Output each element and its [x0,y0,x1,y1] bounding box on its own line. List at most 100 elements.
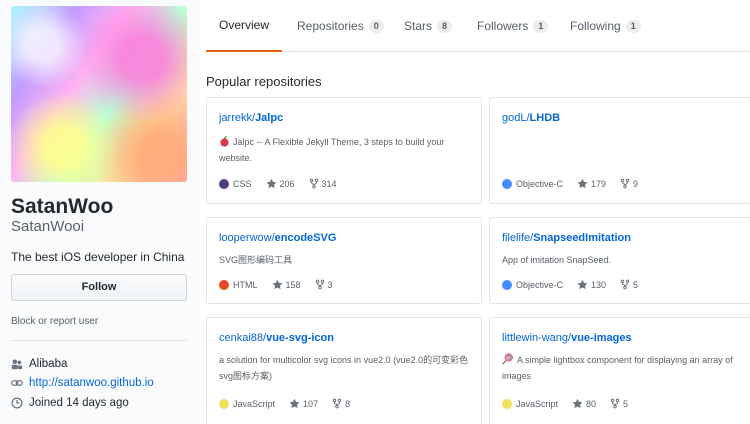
company-name: Alibaba [29,358,68,370]
repo-stars[interactable]: 158 [286,280,301,290]
repo-forks[interactable]: 5 [623,399,628,409]
lollipop-icon [502,353,513,365]
language-color-dot [502,279,512,290]
repo-forks[interactable]: 9 [633,179,638,189]
repo-name: LHDB [529,112,561,124]
repo-description: A simple lightbox component for displayi… [502,352,750,384]
repo-owner: godL/ [502,112,530,124]
repo-name: vue-images [571,332,632,344]
repo-stars[interactable]: 80 [586,399,596,409]
profile-username: SatanWooi [11,218,85,235]
joined-text: Joined 14 days ago [29,397,129,409]
fork-icon [620,279,630,290]
repo-meta: JavaScript 80 5 [502,398,628,409]
repo-stars[interactable]: 130 [591,280,606,290]
repo-owner: littlewin-wang/ [502,332,572,344]
tab-label: Repositories [297,19,364,33]
repo-description: a solution for multicolor svg icons in v… [219,355,469,381]
section-title: Popular repositories [206,74,322,89]
repo-card: godL/LHDB Objective-C 179 9 [489,97,750,204]
repo-description: SVG图形编码工具 [219,255,293,265]
repo-name: vue-svg-icon [266,332,334,344]
repo-link[interactable]: filelife/SnapseedImitation [502,232,631,244]
clock-icon [11,397,23,409]
website-detail: http://satanwoo.github.io [11,377,154,389]
language-color-dot [219,178,229,189]
joined-detail: Joined 14 days ago [11,397,129,409]
link-icon [11,380,23,386]
avatar[interactable] [11,6,187,182]
profile-name: SatanWoo [11,195,114,218]
tab-overview[interactable]: Overview [206,0,282,52]
repo-name: encodeSVG [274,232,337,244]
repo-forks[interactable]: 5 [633,280,638,290]
repo-meta: Objective-C 130 5 [502,279,638,290]
star-icon [272,279,282,290]
tab-count: 0 [368,19,384,33]
tab-stars[interactable]: Stars 8 [404,0,453,52]
repo-language: CSS [233,178,252,189]
star-icon [577,178,588,189]
tab-label: Followers [477,19,529,33]
tab-count: 1 [533,19,549,33]
repo-stars[interactable]: 107 [303,399,318,409]
repo-meta: Objective-C 179 9 [502,178,638,189]
repo-link[interactable]: godL/LHDB [502,112,560,124]
repo-stars[interactable]: 206 [280,179,295,189]
repo-link[interactable]: cenkai88/vue-svg-icon [219,332,334,344]
repo-name: Jalpc [255,112,284,124]
tab-label: Following [570,19,621,33]
repo-description: Jalpc -- A Flexible Jekyll Theme, 3 step… [219,134,471,166]
repo-forks[interactable]: 3 [328,280,333,290]
repo-card: looperwow/encodeSVG SVG图形编码工具 HTML 158 3 [206,217,482,304]
repo-description: App of imitation SnapSeed. [502,255,612,265]
tab-count: 1 [625,19,641,33]
repo-stars[interactable]: 179 [591,179,606,189]
repo-card: filelife/SnapseedImitation App of imitat… [489,217,750,304]
fork-icon [309,178,318,189]
repo-card: littlewin-wang/vue-images A simple light… [489,317,750,424]
organization-icon [11,359,23,370]
tab-followers[interactable]: Followers 1 [477,0,549,52]
repo-owner: filelife/ [502,232,534,244]
follow-button[interactable]: Follow [11,274,187,301]
repo-owner: cenkai88/ [219,332,267,344]
star-icon [266,178,276,189]
language-color-dot [502,178,512,189]
fork-icon [620,178,630,189]
repo-link[interactable]: jarrekk/Jalpc [219,112,283,124]
tab-following[interactable]: Following 1 [570,0,641,52]
repo-meta: HTML 158 3 [219,279,333,290]
apple-icon [220,136,229,147]
website-link[interactable]: http://satanwoo.github.io [29,377,154,389]
fork-icon [610,398,620,409]
fork-icon [315,279,324,290]
star-icon [577,279,588,290]
repo-meta: CSS 206 314 [219,178,337,189]
repo-language: Objective-C [516,178,564,189]
repo-link[interactable]: littlewin-wang/vue-images [502,332,632,344]
divider [11,340,187,341]
profile-sidebar: SatanWoo SatanWooi The best iOS develope… [0,0,200,424]
block-report-link[interactable]: Block or report user [11,316,98,327]
repo-meta: JavaScript 107 8 [219,398,350,409]
repo-description-text: Jalpc -- A Flexible Jekyll Theme, 3 step… [219,137,445,163]
repo-language: JavaScript [233,398,276,409]
repo-link[interactable]: looperwow/encodeSVG [219,232,336,244]
repo-description-text: A simple lightbox component for displayi… [502,355,733,381]
repo-card: jarrekk/Jalpc Jalpc -- A Flexible Jekyll… [206,97,482,204]
tab-count: 8 [437,19,453,33]
repo-forks[interactable]: 8 [345,399,350,409]
star-icon [572,398,583,409]
fork-icon [332,398,342,409]
company-detail: Alibaba [11,358,67,370]
repo-language: JavaScript [516,398,559,409]
language-color-dot [219,398,229,409]
repo-language: Objective-C [516,279,564,290]
repo-forks[interactable]: 314 [322,179,337,189]
star-icon [289,398,300,409]
repo-card: cenkai88/vue-svg-icon a solution for mul… [206,317,482,424]
repo-language: HTML [233,279,258,290]
repo-owner: looperwow/ [219,232,275,244]
tab-repositories[interactable]: Repositories 0 [297,0,384,52]
